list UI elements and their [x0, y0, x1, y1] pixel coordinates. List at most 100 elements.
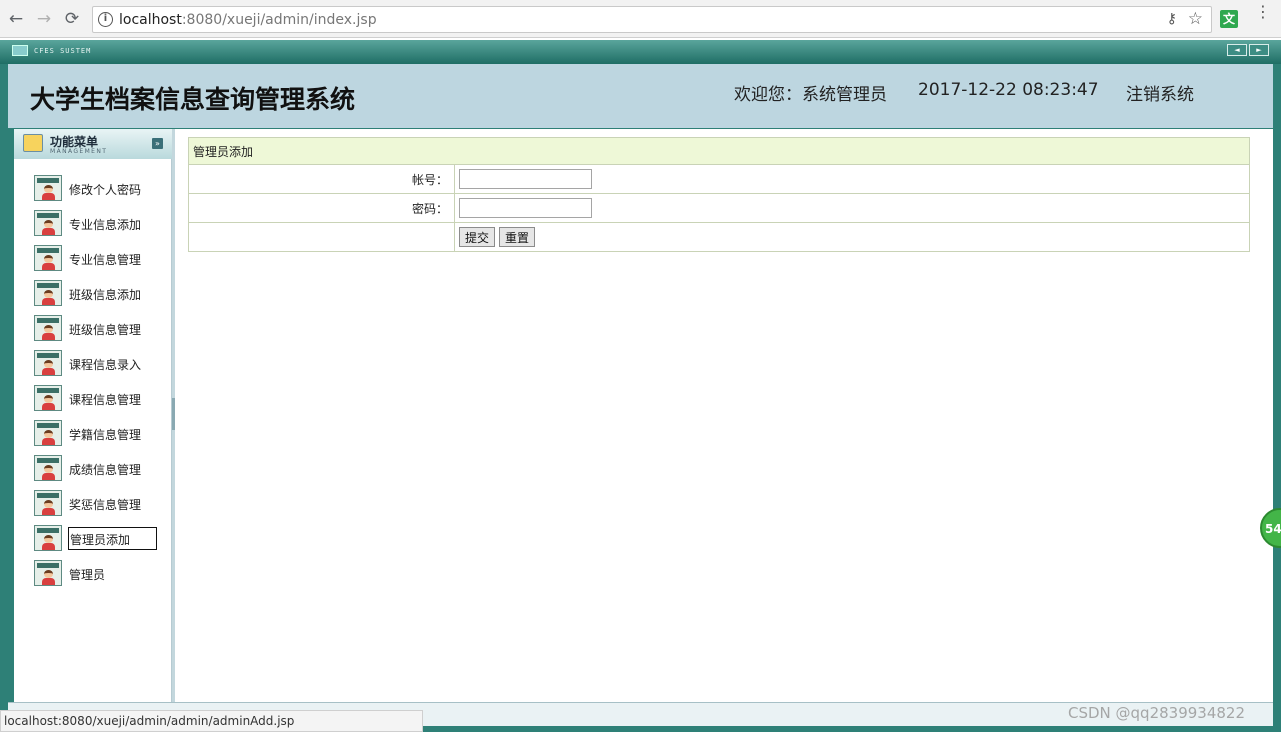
sidebar-item[interactable]: 专业信息添加	[34, 210, 164, 238]
sidebar-item[interactable]: 学籍信息管理	[34, 420, 164, 448]
logout-link[interactable]: 注销系统	[1126, 80, 1194, 105]
user-card-icon	[34, 560, 62, 586]
collapse-chevron-icon[interactable]: »	[152, 138, 163, 149]
avatar-head	[44, 220, 53, 228]
browser-menu-icon[interactable]: ⋮	[1255, 4, 1271, 20]
avatar-head	[44, 570, 53, 578]
menu-folder-icon	[23, 134, 43, 152]
sidebar-item-label: 课程信息录入	[69, 358, 142, 372]
user-card-icon	[34, 315, 62, 341]
browser-toolbar: ← → ⟳ i localhost:8080/xueji/admin/index…	[0, 0, 1281, 38]
url-host: localhost	[119, 12, 182, 28]
strip-nav: ◄ ►	[1227, 44, 1269, 56]
user-card-icon	[34, 455, 62, 481]
actions-spacer	[188, 222, 455, 252]
avatar-body	[42, 333, 55, 340]
user-card-icon	[34, 385, 62, 411]
sidebar-item[interactable]: 奖惩信息管理	[34, 490, 164, 518]
avatar-head	[44, 535, 53, 543]
card-bar	[37, 353, 59, 358]
address-bar[interactable]: i localhost:8080/xueji/admin/index.jsp ⚷…	[92, 6, 1212, 33]
avatar-body	[42, 263, 55, 270]
welcome-text: 欢迎您：系统管理员	[734, 85, 887, 105]
card-bar	[37, 248, 59, 253]
avatar-head	[44, 185, 53, 193]
card-bar	[37, 528, 59, 533]
url-path: :8080/xueji/admin/index.jsp	[181, 12, 377, 28]
bookmark-star-icon[interactable]: ☆	[1188, 9, 1203, 29]
user-card-icon	[34, 490, 62, 516]
avatar-body	[42, 228, 55, 235]
avatar-head	[44, 360, 53, 368]
strip-next-button[interactable]: ►	[1249, 44, 1269, 56]
sidebar-item-label: 班级信息添加	[69, 288, 142, 302]
translate-extension-icon[interactable]: 文	[1220, 10, 1238, 28]
top-strip: CFES SUSTEM ◄ ►	[0, 40, 1281, 64]
sidebar-item[interactable]: 课程信息管理	[34, 385, 164, 413]
sidebar: 功能菜单 MANAGEMENT » 修改个人密码专业信息添加专业信息管理 班级信息…	[14, 129, 172, 702]
sidebar-subtitle: MANAGEMENT	[50, 148, 108, 155]
user-card-icon	[34, 525, 62, 551]
submit-button[interactable]: 提交	[459, 227, 496, 247]
avatar-head	[44, 255, 53, 263]
forward-arrow-icon[interactable]: →	[34, 9, 54, 29]
sidebar-item[interactable]: 课程信息录入	[34, 350, 164, 378]
card-bar	[37, 213, 59, 218]
avatar-head	[44, 500, 53, 508]
sidebar-item[interactable]: 成绩信息管理	[34, 455, 164, 483]
sidebar-header: 功能菜单 MANAGEMENT »	[14, 129, 172, 159]
password-input[interactable]	[459, 198, 592, 218]
user-card-icon	[34, 210, 62, 236]
avatar-head	[44, 325, 53, 333]
page-title: 大学生档案信息查询管理系统	[30, 85, 356, 114]
card-bar	[37, 458, 59, 463]
system-logo-text: CFES SUSTEM	[34, 47, 92, 55]
card-bar	[37, 563, 59, 568]
app-frame: CFES SUSTEM ◄ ► 大学生档案信息查询管理系统 欢迎您：系统管理员 …	[0, 40, 1281, 732]
avatar-head	[44, 395, 53, 403]
sidebar-item-label: 班级信息管理	[69, 323, 142, 337]
user-card-icon	[34, 175, 62, 201]
page-header: 大学生档案信息查询管理系统 欢迎您：系统管理员 2017-12-22 08:23…	[8, 64, 1273, 128]
info-icon[interactable]: i	[98, 12, 113, 27]
avatar-body	[42, 298, 55, 305]
sidebar-item[interactable]: 管理员	[34, 560, 164, 588]
sidebar-item-label: 管理员添加	[68, 527, 157, 550]
avatar-body	[42, 368, 55, 375]
reset-button[interactable]: 重置	[499, 227, 536, 247]
avatar-head	[44, 290, 53, 298]
status-url: localhost:8080/xueji/admin/admin/adminAd…	[0, 710, 423, 732]
watermark: CSDN @qq2839934822	[1068, 704, 1246, 722]
sidebar-item[interactable]: 修改个人密码	[34, 175, 164, 203]
avatar-head	[44, 465, 53, 473]
key-icon[interactable]: ⚷	[1167, 11, 1177, 27]
form-caption: 管理员添加	[188, 137, 1250, 165]
reload-icon[interactable]: ⟳	[62, 9, 82, 29]
url-text[interactable]: localhost:8080/xueji/admin/index.jsp	[119, 12, 377, 28]
strip-prev-button[interactable]: ◄	[1227, 44, 1247, 56]
sidebar-item-label: 管理员	[69, 568, 106, 582]
avatar-body	[42, 543, 55, 550]
password-label: 密码：	[188, 193, 455, 223]
account-input[interactable]	[459, 169, 592, 189]
user-card-icon	[34, 420, 62, 446]
sidebar-item-label: 课程信息管理	[69, 393, 142, 407]
avatar-body	[42, 403, 55, 410]
back-arrow-icon[interactable]: ←	[6, 9, 26, 29]
sidebar-item-label: 奖惩信息管理	[69, 498, 142, 512]
avatar-body	[42, 193, 55, 200]
account-label: 帐号：	[188, 164, 455, 194]
avatar-body	[42, 578, 55, 585]
sidebar-item-label: 修改个人密码	[69, 183, 142, 197]
sidebar-item-label: 专业信息管理	[69, 253, 142, 267]
avatar-body	[42, 473, 55, 480]
sidebar-item[interactable]: 专业信息管理	[34, 245, 164, 273]
admin-add-form: 管理员添加 帐号： 密码： 提交 重置	[188, 137, 1250, 252]
user-card-icon	[34, 245, 62, 271]
avatar-body	[42, 438, 55, 445]
sidebar-item[interactable]: 管理员添加	[34, 525, 164, 553]
sidebar-item[interactable]: 班级信息添加	[34, 280, 164, 308]
sidebar-item[interactable]: 班级信息管理	[34, 315, 164, 343]
card-bar	[37, 283, 59, 288]
card-bar	[37, 318, 59, 323]
